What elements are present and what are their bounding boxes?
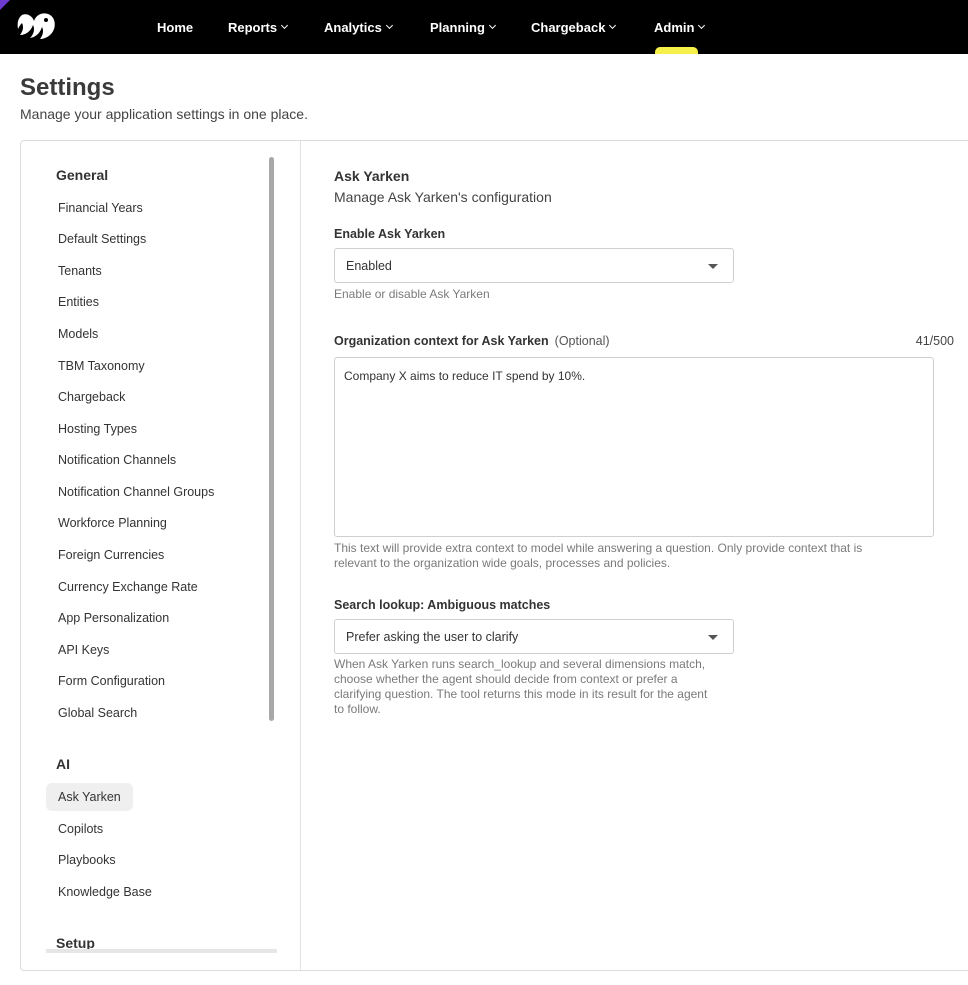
window-corner-accent bbox=[0, 0, 10, 10]
search-lookup-select[interactable]: Prefer asking the user to clarify bbox=[334, 619, 734, 654]
search-lookup-help-line: choose whether the agent should decide f… bbox=[334, 672, 678, 686]
organization-context-label: Organization context for Ask Yarken (Opti… bbox=[334, 334, 610, 348]
sidebar-item-app-personalization[interactable]: App Personalization bbox=[46, 604, 181, 632]
sidebar-item-foreign-currencies[interactable]: Foreign Currencies bbox=[46, 541, 176, 569]
page-subtitle: Manage your application settings in one … bbox=[20, 106, 308, 122]
organization-context-help: This text will provide extra context to … bbox=[334, 541, 934, 571]
caret-down-icon bbox=[708, 264, 718, 269]
sidebar-item-knowledge-base[interactable]: Knowledge Base bbox=[46, 878, 164, 906]
search-lookup-help-line: to follow. bbox=[334, 702, 381, 716]
caret-down-icon bbox=[708, 635, 718, 640]
nav-analytics[interactable]: Analytics bbox=[324, 18, 393, 36]
sidebar-item-form-configuration[interactable]: Form Configuration bbox=[46, 667, 177, 695]
sidebar-item-financial-years[interactable]: Financial Years bbox=[46, 194, 155, 222]
sidebar-group-general: General bbox=[56, 167, 109, 183]
organization-context-help-line: This text will provide extra context to … bbox=[334, 541, 863, 555]
enable-ask-yarken-help: Enable or disable Ask Yarken bbox=[334, 287, 490, 301]
nav-planning[interactable]: Planning bbox=[430, 18, 496, 36]
search-lookup-help: When Ask Yarken runs search_lookup and s… bbox=[334, 657, 734, 717]
search-lookup-help-line: clarifying question. The tool returns th… bbox=[334, 687, 708, 701]
organization-context-label-text: Organization context for Ask Yarken bbox=[334, 334, 549, 348]
section-description: Manage Ask Yarken's configuration bbox=[334, 189, 552, 205]
nav-active-indicator bbox=[655, 47, 698, 54]
enable-ask-yarken-value: Enabled bbox=[346, 258, 392, 273]
sidebar-item-default-settings[interactable]: Default Settings bbox=[46, 225, 158, 253]
sidebar-item-tenants[interactable]: Tenants bbox=[46, 257, 114, 285]
sidebar-item-notification-channel-groups[interactable]: Notification Channel Groups bbox=[46, 478, 226, 506]
search-lookup-label: Search lookup: Ambiguous matches bbox=[334, 598, 551, 612]
optional-tag: (Optional) bbox=[554, 334, 610, 348]
section-title: Ask Yarken bbox=[334, 168, 410, 184]
nav-admin[interactable]: Admin bbox=[654, 18, 706, 36]
page-title: Settings bbox=[20, 74, 115, 101]
nav-home[interactable]: Home bbox=[157, 18, 193, 36]
enable-ask-yarken-select[interactable]: Enabled bbox=[334, 248, 734, 283]
sidebar-item-models[interactable]: Models bbox=[46, 320, 110, 348]
chevron-down-icon bbox=[698, 21, 706, 30]
sidebar-horizontal-scrollbar[interactable] bbox=[46, 949, 277, 953]
sidebar-group-ai: AI bbox=[56, 756, 70, 772]
search-lookup-value: Prefer asking the user to clarify bbox=[346, 629, 519, 644]
nav-chargeback[interactable]: Chargeback bbox=[531, 18, 617, 36]
yarken-logo-icon[interactable] bbox=[16, 11, 58, 43]
nav-home-label: Home bbox=[157, 19, 194, 35]
nav-reports-label: Reports bbox=[228, 19, 278, 35]
sidebar-item-copilots[interactable]: Copilots bbox=[46, 815, 115, 843]
sidebar-scrollbar[interactable] bbox=[269, 157, 274, 721]
settings-sidebar: General Financial Years Default Settings… bbox=[21, 141, 301, 970]
sidebar-item-chargeback[interactable]: Chargeback bbox=[46, 383, 137, 411]
character-counter: 41/500 bbox=[915, 334, 954, 348]
nav-chargeback-label: Chargeback bbox=[531, 19, 606, 35]
sidebar-item-global-search[interactable]: Global Search bbox=[46, 699, 149, 727]
organization-context-help-line: relevant to the organization wide goals,… bbox=[334, 556, 671, 570]
enable-ask-yarken-label: Enable Ask Yarken bbox=[334, 227, 446, 241]
nav-analytics-label: Analytics bbox=[324, 19, 382, 35]
nav-admin-label: Admin bbox=[654, 19, 695, 35]
sidebar-item-workforce-planning[interactable]: Workforce Planning bbox=[46, 509, 179, 537]
sidebar-item-currency-exchange-rate[interactable]: Currency Exchange Rate bbox=[46, 573, 210, 601]
nav-planning-label: Planning bbox=[430, 19, 485, 35]
top-nav-bar: Home Reports Analytics Planning Chargeba… bbox=[0, 0, 968, 54]
sidebar-item-api-keys[interactable]: API Keys bbox=[46, 636, 121, 664]
sidebar-item-playbooks[interactable]: Playbooks bbox=[46, 846, 128, 874]
chevron-down-icon bbox=[488, 21, 496, 30]
sidebar-item-ask-yarken[interactable]: Ask Yarken bbox=[46, 783, 133, 811]
sidebar-item-entities[interactable]: Entities bbox=[46, 288, 111, 316]
organization-context-textarea[interactable]: Company X aims to reduce IT spend by 10%… bbox=[334, 357, 934, 537]
settings-card: General Financial Years Default Settings… bbox=[20, 140, 968, 971]
chevron-down-icon bbox=[385, 21, 393, 30]
chevron-down-icon bbox=[609, 21, 617, 30]
search-lookup-help-line: When Ask Yarken runs search_lookup and s… bbox=[334, 657, 706, 671]
sidebar-item-hosting-types[interactable]: Hosting Types bbox=[46, 415, 149, 443]
chevron-down-icon bbox=[281, 21, 289, 30]
nav-reports[interactable]: Reports bbox=[228, 18, 289, 36]
sidebar-item-tbm-taxonomy[interactable]: TBM Taxonomy bbox=[46, 352, 157, 380]
sidebar-item-notification-channels[interactable]: Notification Channels bbox=[46, 446, 188, 474]
